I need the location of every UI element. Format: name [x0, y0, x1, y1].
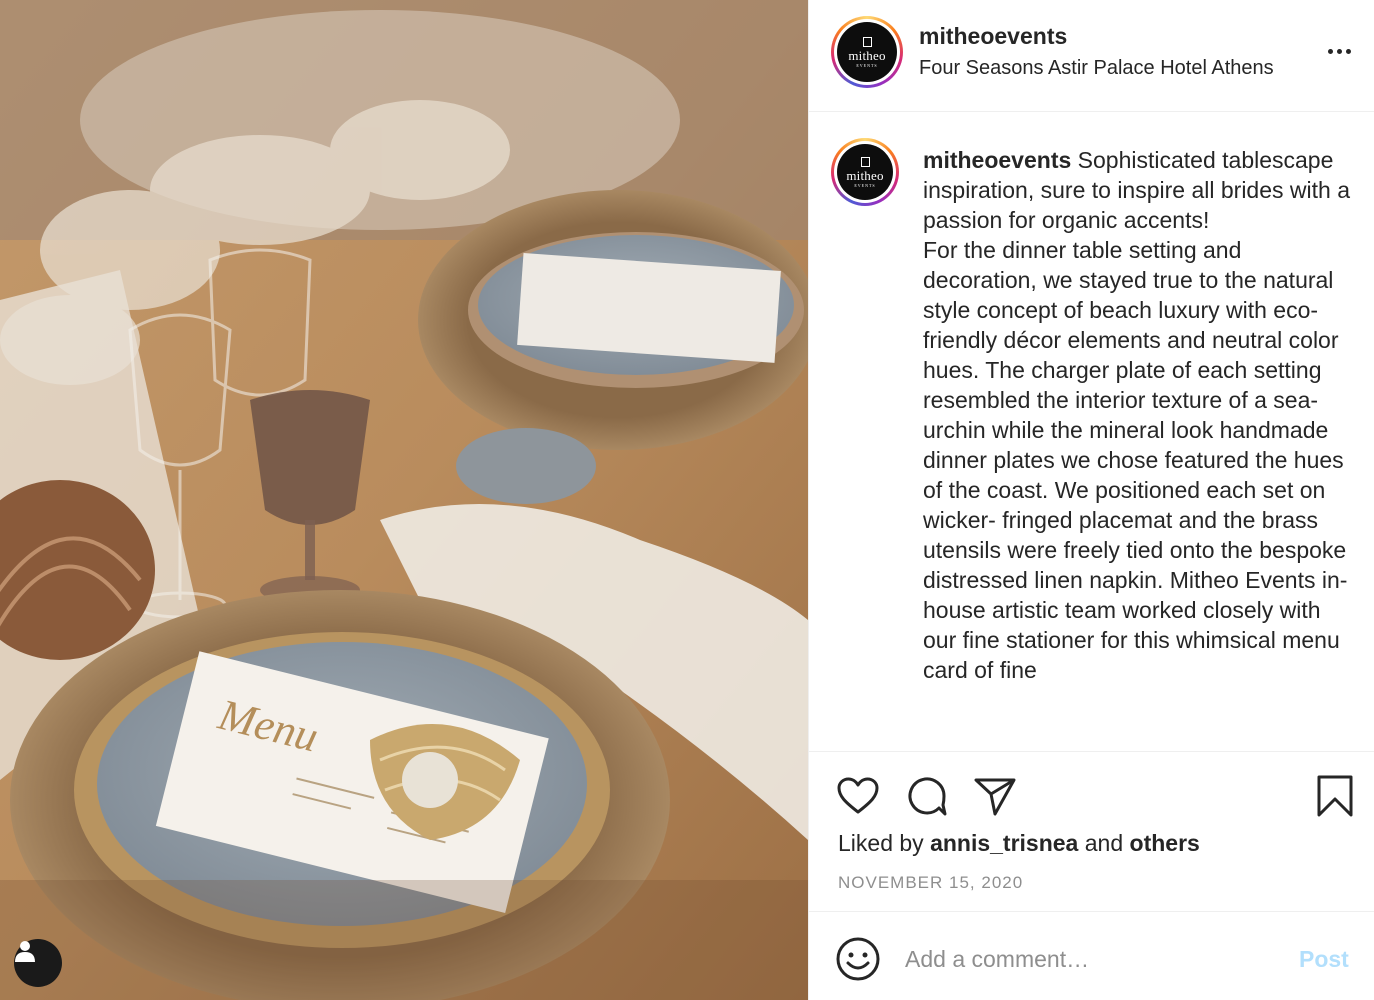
share-button[interactable]: [973, 774, 1017, 818]
caption-avatar[interactable]: mitheo EVENTS: [831, 138, 899, 206]
comment-bar: Post: [809, 911, 1374, 1000]
action-bar: [809, 751, 1374, 837]
likes-summary[interactable]: Liked by annis_trisnea and others: [838, 830, 1200, 857]
comment-button[interactable]: [905, 774, 949, 818]
post-header: mitheo EVENTS mitheoevents Four Seasons …: [809, 0, 1374, 112]
bookmark-icon: [1317, 775, 1353, 817]
caption-body: Sophisticated tablescape inspiration, su…: [923, 147, 1350, 683]
caption-username-link[interactable]: mitheoevents: [923, 147, 1071, 173]
likes-prefix: Liked by: [838, 830, 931, 856]
tablescape-image: Menu: [0, 0, 808, 1000]
location-link[interactable]: Four Seasons Astir Palace Hotel Athens: [919, 57, 1274, 80]
avatar-sub-text: EVENTS: [854, 182, 876, 188]
likes-middle: and: [1078, 830, 1130, 856]
more-options-button[interactable]: [1321, 37, 1357, 65]
share-icon: [974, 778, 1016, 816]
header-username-link[interactable]: mitheoevents: [919, 23, 1067, 50]
emoji-icon: [836, 937, 880, 981]
save-button[interactable]: [1313, 774, 1357, 818]
liker-username-link[interactable]: annis_trisnea: [930, 830, 1078, 856]
brand-monogram-icon: [862, 36, 872, 47]
heart-icon: [837, 777, 879, 814]
post-date[interactable]: NOVEMBER 15, 2020: [838, 873, 1023, 893]
comment-icon: [908, 777, 947, 816]
likes-others-link[interactable]: others: [1130, 830, 1200, 856]
emoji-button[interactable]: [835, 936, 881, 982]
avatar-logo: mitheo EVENTS: [837, 144, 893, 200]
avatar-logo: mitheo EVENTS: [837, 22, 897, 82]
comment-input[interactable]: [905, 938, 1275, 980]
avatar-sub-text: EVENTS: [856, 62, 878, 68]
profile-avatar[interactable]: mitheo EVENTS: [831, 16, 903, 88]
user-tag-button[interactable]: [14, 939, 62, 987]
caption: mitheoevents Sophisticated tablescape in…: [923, 145, 1355, 685]
brand-monogram-icon: [860, 156, 870, 167]
avatar-brand-text: mitheo: [846, 167, 884, 183]
user-tag-icon: [15, 941, 35, 962]
avatar-brand-text: mitheo: [848, 47, 886, 63]
more-icon: [1327, 48, 1333, 54]
post-details-panel: mitheo EVENTS mitheoevents Four Seasons …: [808, 0, 1374, 1000]
post-photo[interactable]: Menu: [0, 0, 808, 1000]
caption-scroll-area[interactable]: mitheo EVENTS mitheoevents Sophisticated…: [809, 113, 1374, 751]
like-button[interactable]: [836, 774, 880, 818]
post-comment-button[interactable]: Post: [1299, 946, 1349, 973]
